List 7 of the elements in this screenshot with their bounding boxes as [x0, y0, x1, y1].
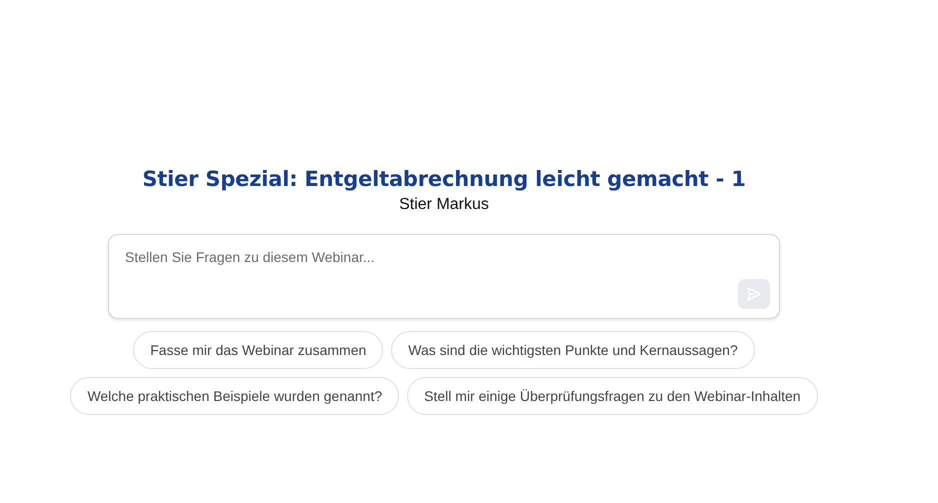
suggestion-chip[interactable]: Welche praktischen Beispiele wurden genannt? [70, 377, 400, 415]
speaker-name: Stier Markus [399, 195, 489, 215]
question-field[interactable]: Stellen Sie Fragen zu diesem Webinar... [108, 234, 780, 319]
webinar-title: Stier Spezial: Entgeltabrechnung leicht gemacht - 1 [142, 166, 746, 193]
suggestion-chip[interactable]: Fasse mir das Webinar zusammen [133, 331, 384, 369]
suggestion-chip[interactable]: Was sind die wichtigsten Punkte und Kernaussagen? [391, 331, 755, 369]
suggestion-chip[interactable]: Stell mir einige Überprüfungsfragen zu den Webinar-Inhalten [407, 377, 818, 415]
